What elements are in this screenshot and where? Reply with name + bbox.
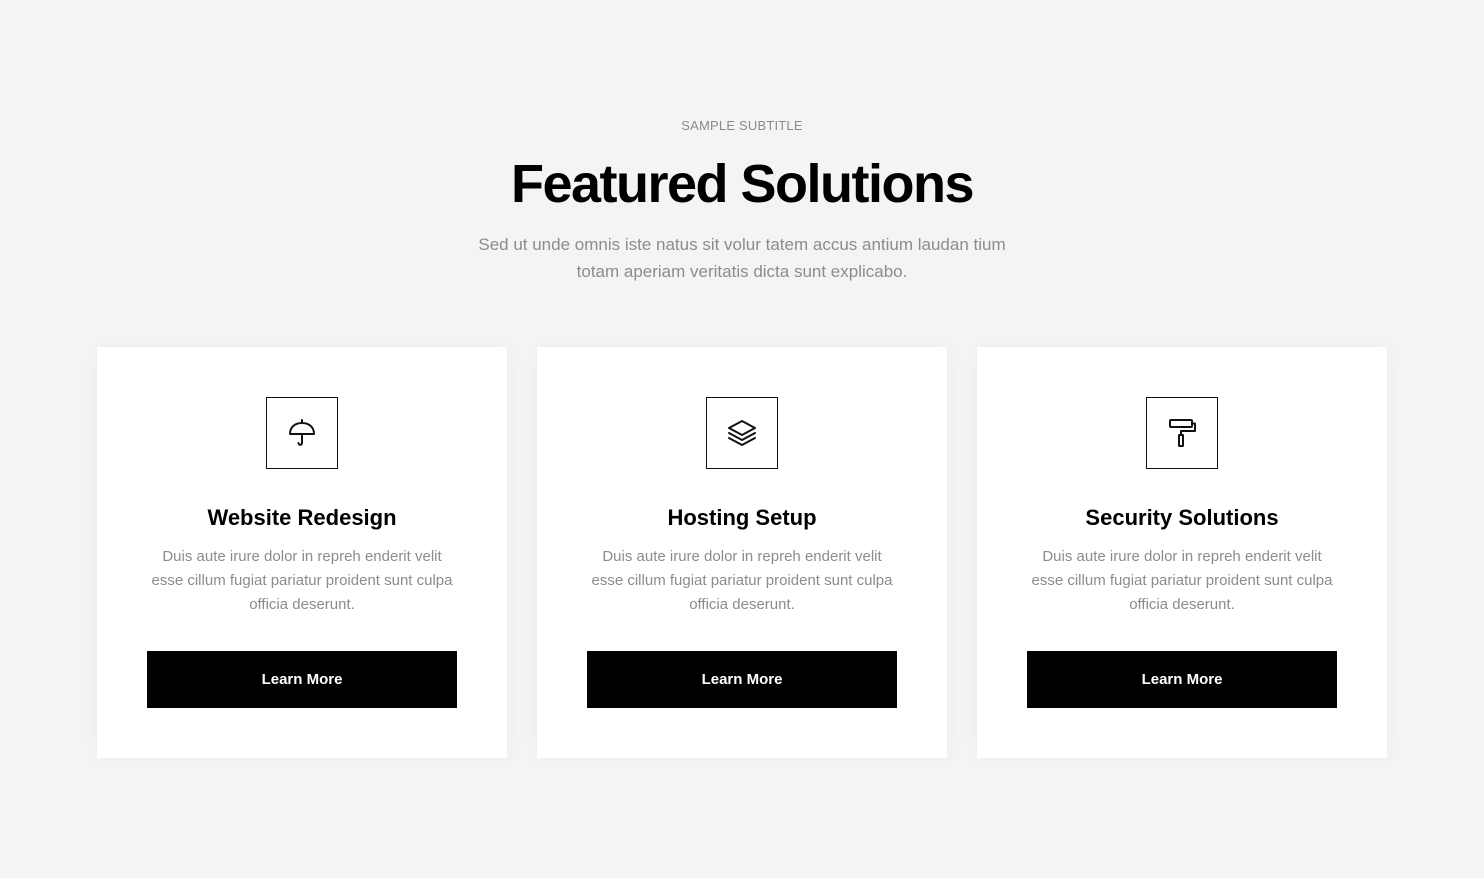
feature-card-hosting-setup: Hosting Setup Duis aute irure dolor in r…: [537, 347, 947, 758]
feature-cards: Website Redesign Duis aute irure dolor i…: [97, 347, 1387, 758]
card-description: Duis aute irure dolor in repreh enderit …: [1031, 548, 1333, 613]
card-description: Duis aute irure dolor in repreh enderit …: [151, 548, 453, 613]
section-intro-line-1: Sed ut unde omnis iste natus sit volur t…: [478, 235, 1006, 254]
card-title: Security Solutions: [1085, 505, 1279, 530]
section-intro-line-2: totam aperiam veritatis dicta sunt expli…: [576, 262, 908, 281]
section-intro: Sed ut unde omnis iste natus sit volur t…: [442, 231, 1042, 285]
umbrella-icon: [266, 397, 338, 469]
card-description: Duis aute irure dolor in repreh enderit …: [591, 548, 893, 613]
feature-card-website-redesign: Website Redesign Duis aute irure dolor i…: [97, 347, 507, 758]
card-title: Website Redesign: [207, 505, 397, 530]
learn-more-button[interactable]: Learn More: [587, 651, 897, 708]
section-title: Featured Solutions: [510, 154, 975, 214]
card-title: Hosting Setup: [667, 505, 817, 530]
feature-card-security-solutions: Security Solutions Duis aute irure dolor…: [977, 347, 1387, 758]
section-subtitle: SAMPLE SUBTITLE: [681, 118, 803, 133]
learn-more-button[interactable]: Learn More: [1027, 651, 1337, 708]
paint-roller-icon: [1146, 397, 1218, 469]
learn-more-button[interactable]: Learn More: [147, 651, 457, 708]
layers-icon: [706, 397, 778, 469]
